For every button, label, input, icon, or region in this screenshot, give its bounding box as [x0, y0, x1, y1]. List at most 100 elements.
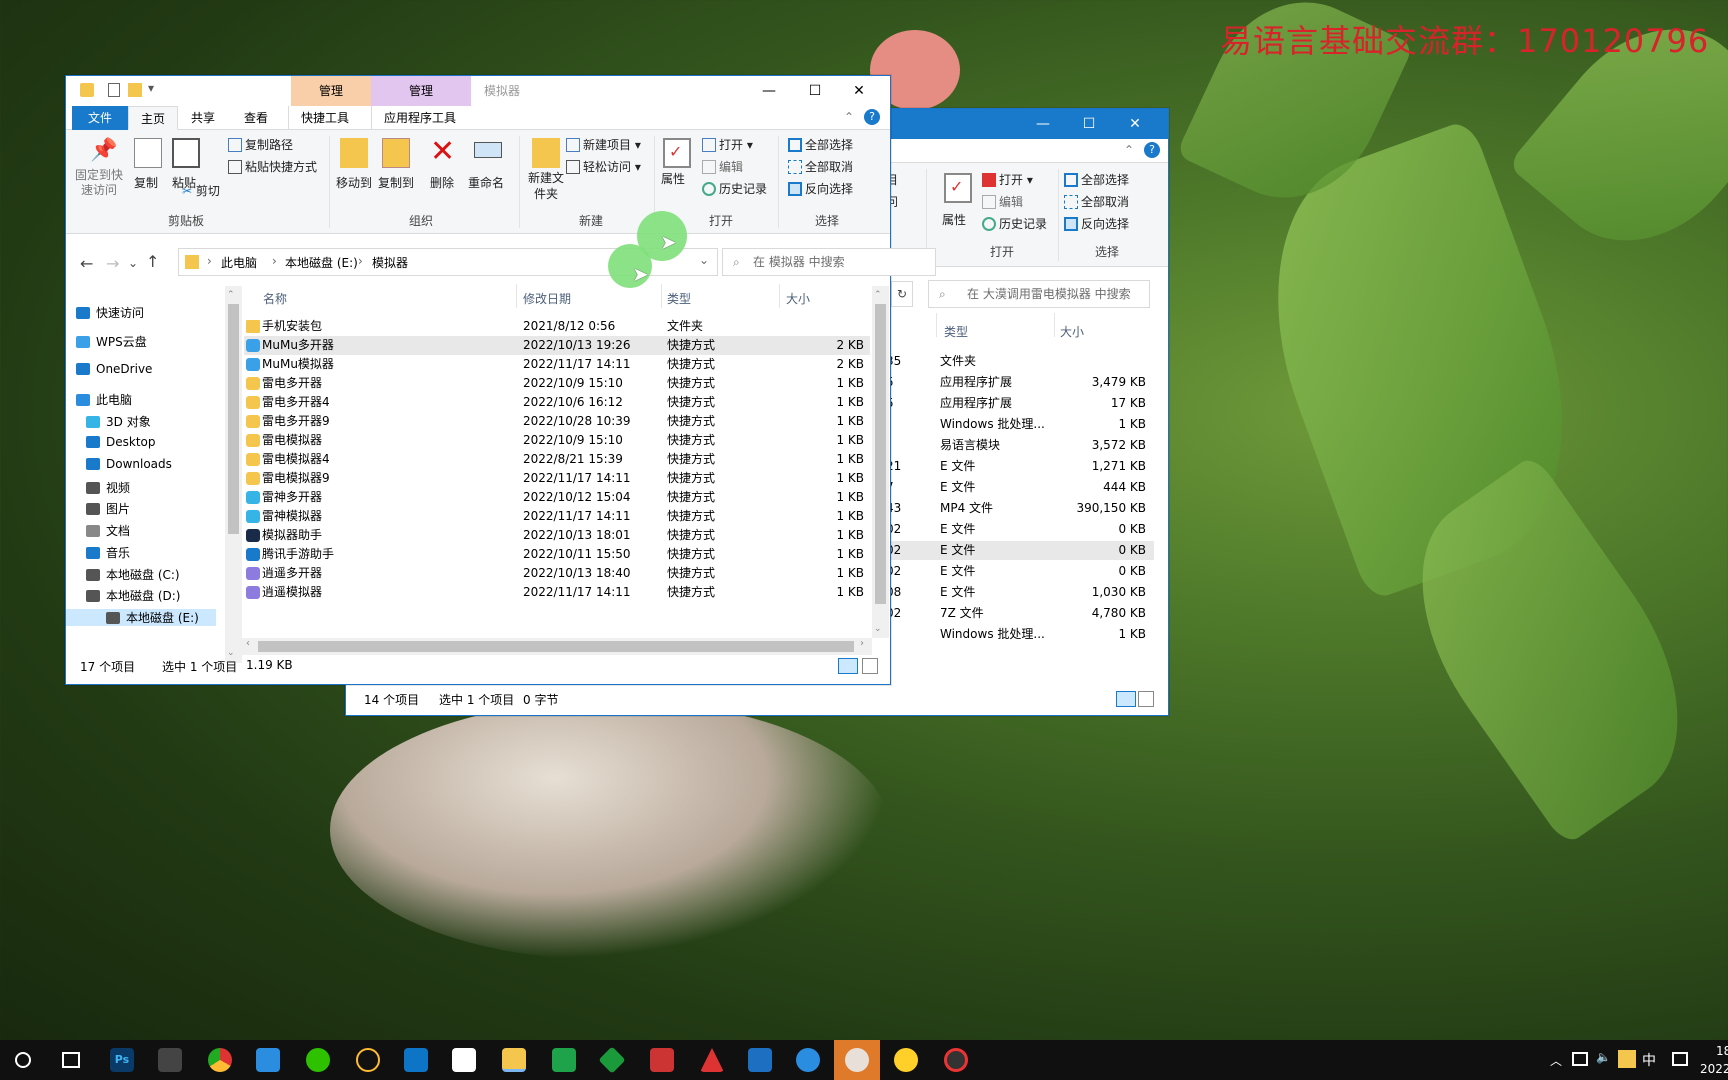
- network-icon[interactable]: [1572, 1052, 1588, 1066]
- file-row[interactable]: 雷神多开器 2022/10/12 15:04 快捷方式 1 KB: [244, 488, 870, 507]
- nav-item[interactable]: 快速访问: [76, 304, 144, 321]
- file-row[interactable]: 5应用程序扩展17 KB: [886, 394, 1154, 413]
- context-tab-manage-shortcut[interactable]: 管理: [291, 76, 371, 106]
- nav-item[interactable]: Downloads: [86, 457, 172, 471]
- task-view-icon[interactable]: [62, 1052, 80, 1068]
- file-row[interactable]: 21 E 文件 1,271 KB: [886, 457, 1154, 476]
- invert-selection-button[interactable]: 反向选择: [788, 180, 853, 197]
- volume-icon[interactable]: 🔈: [1596, 1050, 1611, 1064]
- file-row[interactable]: 雷电模拟器9 2022/11/17 14:11 快捷方式 1 KB: [244, 469, 870, 488]
- select-none-button[interactable]: 全部取消: [788, 158, 853, 175]
- tab-shortcut-tools[interactable]: 快捷工具: [288, 106, 361, 130]
- search-circle-icon[interactable]: [15, 1052, 31, 1068]
- record-app-icon[interactable]: [944, 1048, 968, 1072]
- details-view-icon[interactable]: [1116, 691, 1136, 707]
- history-button[interactable]: 历史记录: [982, 215, 1047, 232]
- clock-date[interactable]: 2022: [1700, 1062, 1728, 1076]
- up-button[interactable]: ↑: [146, 252, 159, 271]
- remote-icon[interactable]: [256, 1048, 280, 1072]
- paste-shortcut-button[interactable]: 粘贴快捷方式: [228, 158, 317, 175]
- help-icon[interactable]: ?: [1144, 142, 1160, 158]
- column-date[interactable]: 修改日期: [523, 290, 571, 307]
- copy-path-button[interactable]: 复制路径: [228, 136, 293, 153]
- diamond-app-icon[interactable]: [598, 1046, 626, 1074]
- file-row[interactable]: 02 7Z 文件 4,780 KB: [886, 604, 1154, 623]
- edit-button[interactable]: 编辑: [702, 158, 743, 175]
- address-dropdown-icon[interactable]: ⌄: [699, 253, 709, 267]
- select-all-button[interactable]: 全部选择: [788, 136, 853, 153]
- file-row[interactable]: 02 E 文件 0 KB: [886, 520, 1154, 539]
- file-row[interactable]: 雷电多开器4 2022/10/6 16:12 快捷方式 1 KB: [244, 393, 870, 412]
- file-row[interactable]: 逍遥模拟器 2022/11/17 14:11 快捷方式 1 KB: [244, 583, 870, 602]
- minimize-button[interactable]: —: [1020, 109, 1066, 139]
- nav-item[interactable]: 音乐: [86, 544, 130, 561]
- pin-quick-access-button[interactable]: 📌 固定到快速访问: [72, 134, 126, 208]
- w-app-icon[interactable]: [796, 1048, 820, 1072]
- file-row[interactable]: 手机安装包 2021/8/12 0:56 文件夹: [244, 317, 870, 336]
- file-row[interactable]: Windows 批处理... 1 KB: [886, 625, 1154, 644]
- tab-view[interactable]: 查看: [232, 106, 280, 130]
- qat-dropdown-icon[interactable]: ▾: [148, 81, 154, 95]
- nav-item[interactable]: 此电脑: [76, 391, 132, 408]
- nav-item[interactable]: 本地磁盘 (C:): [86, 566, 180, 583]
- search-input[interactable]: ⌕ 在 模拟器 中搜索: [722, 248, 936, 276]
- file-row[interactable]: 雷神模拟器 2022/11/17 14:11 快捷方式 1 KB: [244, 507, 870, 526]
- properties-button[interactable]: ✓ 属性: [659, 134, 695, 208]
- forward-button[interactable]: →: [106, 254, 119, 273]
- title-bar[interactable]: ▾ 管理 管理 模拟器 — ☐ ✕: [66, 76, 890, 106]
- search-input[interactable]: ⌕ 在 大漠调用雷电模拟器 中搜索: [928, 280, 1150, 308]
- back-button[interactable]: ←: [80, 254, 93, 273]
- maximize-button[interactable]: ☐: [792, 76, 838, 106]
- nav-item[interactable]: 图片: [86, 500, 130, 517]
- copy-button[interactable]: 复制: [130, 134, 164, 208]
- new-item-button[interactable]: 新建项目 ▾: [566, 136, 641, 153]
- keyboard-icon[interactable]: [1672, 1052, 1688, 1066]
- green-app-icon[interactable]: [552, 1048, 576, 1072]
- red-app-icon[interactable]: [650, 1048, 674, 1072]
- column-type[interactable]: 类型: [667, 290, 691, 307]
- file-row[interactable]: Windows 批处理... 1 KB: [886, 415, 1154, 434]
- collapse-ribbon-icon[interactable]: ⌃: [1124, 143, 1134, 157]
- horizontal-scroll-thumb[interactable]: [258, 641, 854, 652]
- ball-app-icon[interactable]: [845, 1048, 869, 1072]
- file-row[interactable]: 5应用程序扩展3,479 KB: [886, 373, 1154, 392]
- file-row[interactable]: 43 MP4 文件 390,150 KB: [886, 499, 1154, 518]
- close-button[interactable]: ✕: [836, 76, 882, 106]
- triangle-app-icon[interactable]: [700, 1048, 724, 1072]
- file-row[interactable]: 雷电模拟器 2022/10/9 15:10 快捷方式 1 KB: [244, 431, 870, 450]
- move-to-button[interactable]: 移动到: [334, 134, 374, 208]
- large-icons-view-icon[interactable]: [862, 658, 878, 674]
- nav-item[interactable]: Desktop: [86, 435, 156, 449]
- yellow-app-icon[interactable]: [894, 1048, 918, 1072]
- file-row[interactable]: MuMu多开器 2022/10/13 19:26 快捷方式 2 KB: [244, 336, 870, 355]
- file-row[interactable]: 02 E 文件 0 KB: [886, 541, 1154, 560]
- tray-chevron-icon[interactable]: ︿: [1550, 1052, 1562, 1069]
- vscode-icon[interactable]: [404, 1048, 428, 1072]
- easy-access-button[interactable]: 轻松访问 ▾: [566, 158, 641, 175]
- column-type[interactable]: 类型: [944, 323, 968, 340]
- list-horizontal-scrollbar[interactable]: ‹ ›: [242, 638, 872, 655]
- context-tab-manage-app[interactable]: 管理: [371, 76, 471, 106]
- file-explorer-icon[interactable]: [502, 1048, 526, 1072]
- clock-time[interactable]: 18: [1716, 1044, 1728, 1058]
- photoshop-icon[interactable]: Ps: [110, 1048, 134, 1072]
- recent-locations-button[interactable]: ⌄: [128, 256, 138, 270]
- new-folder-button[interactable]: 新建文件夹: [524, 134, 568, 208]
- wechat-icon[interactable]: [306, 1048, 330, 1072]
- cut-button[interactable]: ✂ 剪切: [182, 182, 220, 199]
- collapse-ribbon-icon[interactable]: ⌃: [844, 110, 854, 124]
- ime-tray-icon[interactable]: [1618, 1050, 1636, 1068]
- properties-qat-icon[interactable]: [108, 83, 120, 97]
- copy-to-button[interactable]: 复制到: [376, 134, 416, 208]
- delete-button[interactable]: ✕ 删除: [426, 134, 462, 208]
- file-row[interactable]: 雷电模拟器4 2022/8/21 15:39 快捷方式 1 KB: [244, 450, 870, 469]
- tab-app-tools[interactable]: 应用程序工具: [371, 106, 468, 130]
- maximize-button[interactable]: ☐: [1066, 109, 1112, 139]
- file-row[interactable]: 模拟器助手 2022/10/13 18:01 快捷方式 1 KB: [244, 526, 870, 545]
- column-size[interactable]: 大小: [1060, 323, 1084, 340]
- history-button[interactable]: 历史记录: [702, 180, 767, 197]
- list-scroll-thumb[interactable]: [875, 304, 886, 604]
- properties-button[interactable]: ✓ 属性: [940, 169, 976, 249]
- qq-icon[interactable]: [356, 1048, 380, 1072]
- file-row[interactable]: 7E 文件444 KB: [886, 478, 1154, 497]
